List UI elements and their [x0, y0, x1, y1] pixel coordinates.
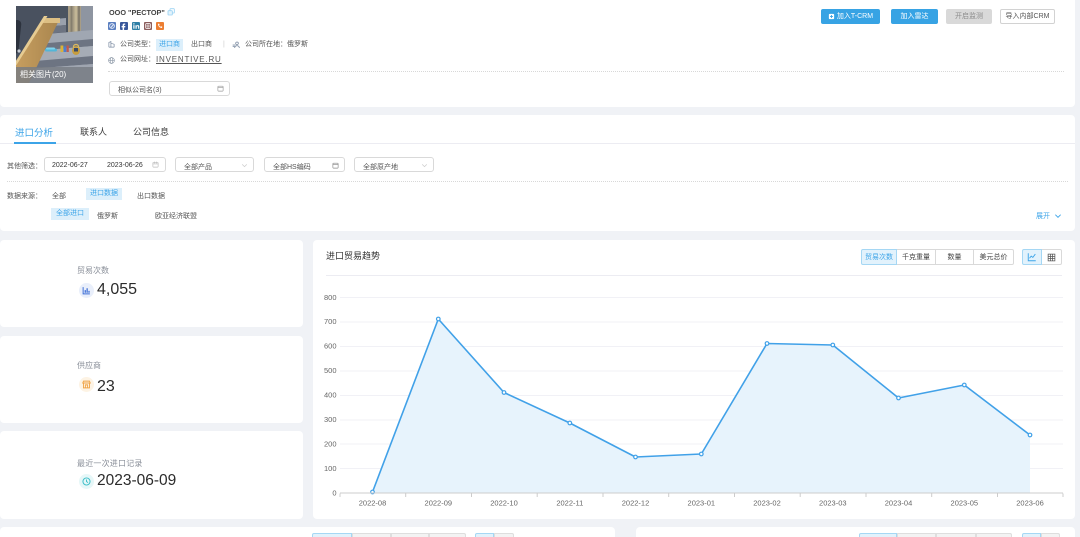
- svg-text:2023-03: 2023-03: [819, 499, 847, 508]
- svg-text:相关图片(20): 相关图片(20): [20, 69, 67, 79]
- svg-text:2023-05: 2023-05: [951, 499, 979, 508]
- svg-text:200: 200: [324, 440, 337, 449]
- svg-text:2023-04: 2023-04: [885, 499, 913, 508]
- svg-text:2022-08: 2022-08: [359, 499, 387, 508]
- svg-text:800: 800: [324, 293, 337, 302]
- svg-text:700: 700: [324, 317, 337, 326]
- svg-text:100: 100: [324, 464, 337, 473]
- svg-text:0: 0: [332, 489, 336, 498]
- svg-text:2023-02: 2023-02: [753, 499, 781, 508]
- svg-text:300: 300: [324, 415, 337, 424]
- svg-text:2022-11: 2022-11: [556, 499, 583, 508]
- svg-text:600: 600: [324, 342, 337, 351]
- svg-text:2022-12: 2022-12: [622, 499, 650, 508]
- svg-text:2022-10: 2022-10: [490, 499, 518, 508]
- svg-text:2023-06: 2023-06: [1016, 499, 1044, 508]
- svg-text:500: 500: [324, 366, 337, 375]
- svg-text:2022-09: 2022-09: [425, 499, 453, 508]
- svg-text:2023-01: 2023-01: [688, 499, 716, 508]
- svg-text:400: 400: [324, 391, 337, 400]
